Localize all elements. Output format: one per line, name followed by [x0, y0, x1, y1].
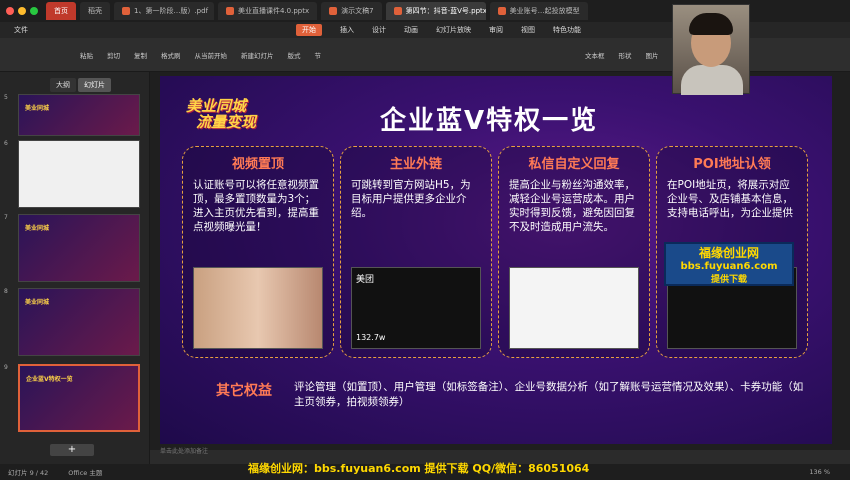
tab-pptx-active[interactable]: 第四节：抖音-蓝V号.pptx	[385, 2, 486, 20]
thumb-title: 美业同城	[25, 105, 50, 112]
card-heading: 视频置顶	[231, 157, 284, 172]
tab-home[interactable]: 首页	[46, 2, 76, 20]
pptx-icon	[497, 7, 506, 15]
menu-design[interactable]: 设计	[372, 25, 386, 35]
card-body: 提高企业与粉丝沟通效率，减轻企业号运营成本。用户实时得到反馈，避免因回复不及时造…	[509, 179, 635, 233]
tab-pdf[interactable]: 1、第一阶段…版）.pdf	[114, 2, 214, 20]
slide-thumbnail-6[interactable]	[18, 140, 140, 208]
menu-animation[interactable]: 动画	[404, 25, 418, 35]
slide-number: 5	[4, 94, 8, 101]
panel-tabs: 大纲 幻灯片	[50, 78, 149, 92]
thumb-title: 美业同城	[25, 225, 50, 232]
presenter-hair	[689, 13, 733, 35]
play-from-current-button[interactable]: 从当前开始	[195, 50, 228, 60]
add-slide-button[interactable]: +	[50, 444, 94, 456]
profile-stats: 132.7w	[356, 333, 386, 342]
card-heading: POI地址认领	[693, 157, 771, 172]
menu-view[interactable]: 视图	[521, 25, 535, 35]
watermark-line: 福缘创业网	[698, 246, 759, 260]
menu-slideshow[interactable]: 幻灯片放映	[436, 25, 471, 35]
picture-button[interactable]: 图片	[646, 50, 659, 60]
card-auto-reply: 私信自定义回复 提高企业与粉丝沟通效率，减轻企业号运营成本。用户实时得到反馈，避…	[498, 146, 650, 358]
pdf-icon	[122, 7, 130, 15]
logo-line-1: 美业同城	[186, 97, 247, 115]
slide-counter: 幻灯片 9 / 42	[8, 469, 49, 477]
bottom-watermark: 福缘创业网：bbs.fuyuan6.com 提供下载 QQ/微信：8605106…	[248, 462, 590, 475]
card-heading: 主业外链	[389, 157, 442, 172]
theme-name: Office 主题	[68, 469, 103, 477]
paste-button[interactable]: 粘贴	[80, 50, 93, 60]
minimize-window-icon[interactable]	[18, 7, 26, 15]
slide-number: 6	[4, 140, 8, 147]
tab-docer[interactable]: 稻壳	[80, 2, 110, 20]
maximize-window-icon[interactable]	[30, 7, 38, 15]
layout-button[interactable]: 版式	[288, 50, 301, 60]
card-body: 在POI地址页，将展示对应企业号、及店铺基本信息，支持电话呼出，为企业提供	[667, 179, 793, 219]
tab-outline[interactable]: 大纲	[50, 78, 76, 92]
card-body: 可跳转到官方网站H5，为目标用户提供更多企业介绍。	[351, 179, 471, 219]
menu-review[interactable]: 审阅	[489, 25, 503, 35]
section-button[interactable]: 节	[315, 50, 322, 60]
webcam-overlay	[672, 4, 750, 95]
menu-insert[interactable]: 插入	[340, 25, 354, 35]
card-body: 认证账号可以将任意视频置顶，最多置顶数量为3个；进入主页优先看到，提高重点视频曝…	[193, 179, 319, 233]
watermark-line: bbs.fuyuan6.com	[680, 261, 778, 272]
pptx-icon	[329, 7, 338, 15]
notes-placeholder[interactable]: 单击此处添加备注	[160, 446, 208, 455]
video-grid-screenshot	[193, 267, 323, 349]
slide-number: 8	[4, 288, 8, 295]
new-slide-button[interactable]: 新建幻灯片	[241, 50, 274, 60]
cut-button[interactable]: 剪切	[107, 50, 120, 60]
tab-pptx-1[interactable]: 美业直播课件4.0.pptx	[218, 2, 318, 20]
textbox-button[interactable]: 文本框	[585, 50, 605, 60]
tab-slides[interactable]: 幻灯片	[78, 78, 111, 92]
thumb-title: 美业同城	[25, 299, 50, 306]
card-video-pin: 视频置顶 认证账号可以将任意视频置顶，最多置顶数量为3个；进入主页优先看到，提高…	[182, 146, 334, 358]
menu-features[interactable]: 特色功能	[553, 25, 581, 35]
shape-button[interactable]: 形状	[619, 50, 632, 60]
tab-pptx-2[interactable]: 演示文稿7	[321, 2, 382, 20]
slide-thumbnail-5[interactable]: 美业同城	[18, 94, 140, 136]
copy-button[interactable]: 复制	[134, 50, 147, 60]
message-screenshot	[509, 267, 639, 349]
card-external-link: 主业外链 可跳转到官方网站H5，为目标用户提供更多企业介绍。 美团 132.7w	[340, 146, 492, 358]
slide-logo: 美业同城 流量变现	[186, 98, 256, 130]
zoom-level[interactable]: 136 %	[809, 468, 830, 476]
logo-line-2: 流量变现	[196, 113, 257, 131]
profile-name: 美团	[356, 275, 375, 285]
slide-title: 企业蓝V特权一览	[380, 106, 599, 136]
others-text: 评论管理（如置顶）、用户管理（如标签备注）、企业号数据分析（如了解账号运营情况及…	[294, 381, 804, 408]
slide-number: 7	[4, 214, 8, 221]
presenter-body	[681, 65, 743, 95]
tab-pptx-4[interactable]: 美业账号…起投放模型	[489, 2, 588, 20]
format-painter-button[interactable]: 格式刷	[161, 50, 181, 60]
pptx-icon	[393, 7, 402, 15]
pptx-icon	[226, 7, 234, 15]
others-label: 其它权益	[216, 383, 272, 399]
menu-home[interactable]: 开始	[296, 24, 322, 36]
thumb-title: 企业蓝V特权一览	[26, 376, 73, 383]
close-window-icon[interactable]	[6, 7, 14, 15]
slide-number: 9	[4, 364, 8, 371]
slide-canvas: 美业同城 流量变现 企业蓝V特权一览 视频置顶 认证账号可以将任意视频置顶，最多…	[150, 72, 850, 455]
menu-file[interactable]: 文件	[14, 25, 28, 35]
slide-thumbnail-8[interactable]: 美业同城	[18, 288, 140, 356]
slide-panel: 大纲 幻灯片 5 美业同城 6 7 美业同城 8 美业同城 9 企业蓝V特权一览…	[0, 72, 150, 464]
card-heading: 私信自定义回复	[528, 157, 620, 172]
profile-screenshot: 美团 132.7w	[351, 267, 481, 349]
slide[interactable]: 美业同城 流量变现 企业蓝V特权一览 视频置顶 认证账号可以将任意视频置顶，最多…	[160, 76, 832, 444]
watermark-box: 福缘创业网 bbs.fuyuan6.com 提供下载	[664, 242, 794, 286]
slide-thumbnail-9[interactable]: 企业蓝V特权一览	[18, 364, 140, 432]
watermark-line: 提供下载	[710, 275, 747, 285]
slide-thumbnail-7[interactable]: 美业同城	[18, 214, 140, 282]
